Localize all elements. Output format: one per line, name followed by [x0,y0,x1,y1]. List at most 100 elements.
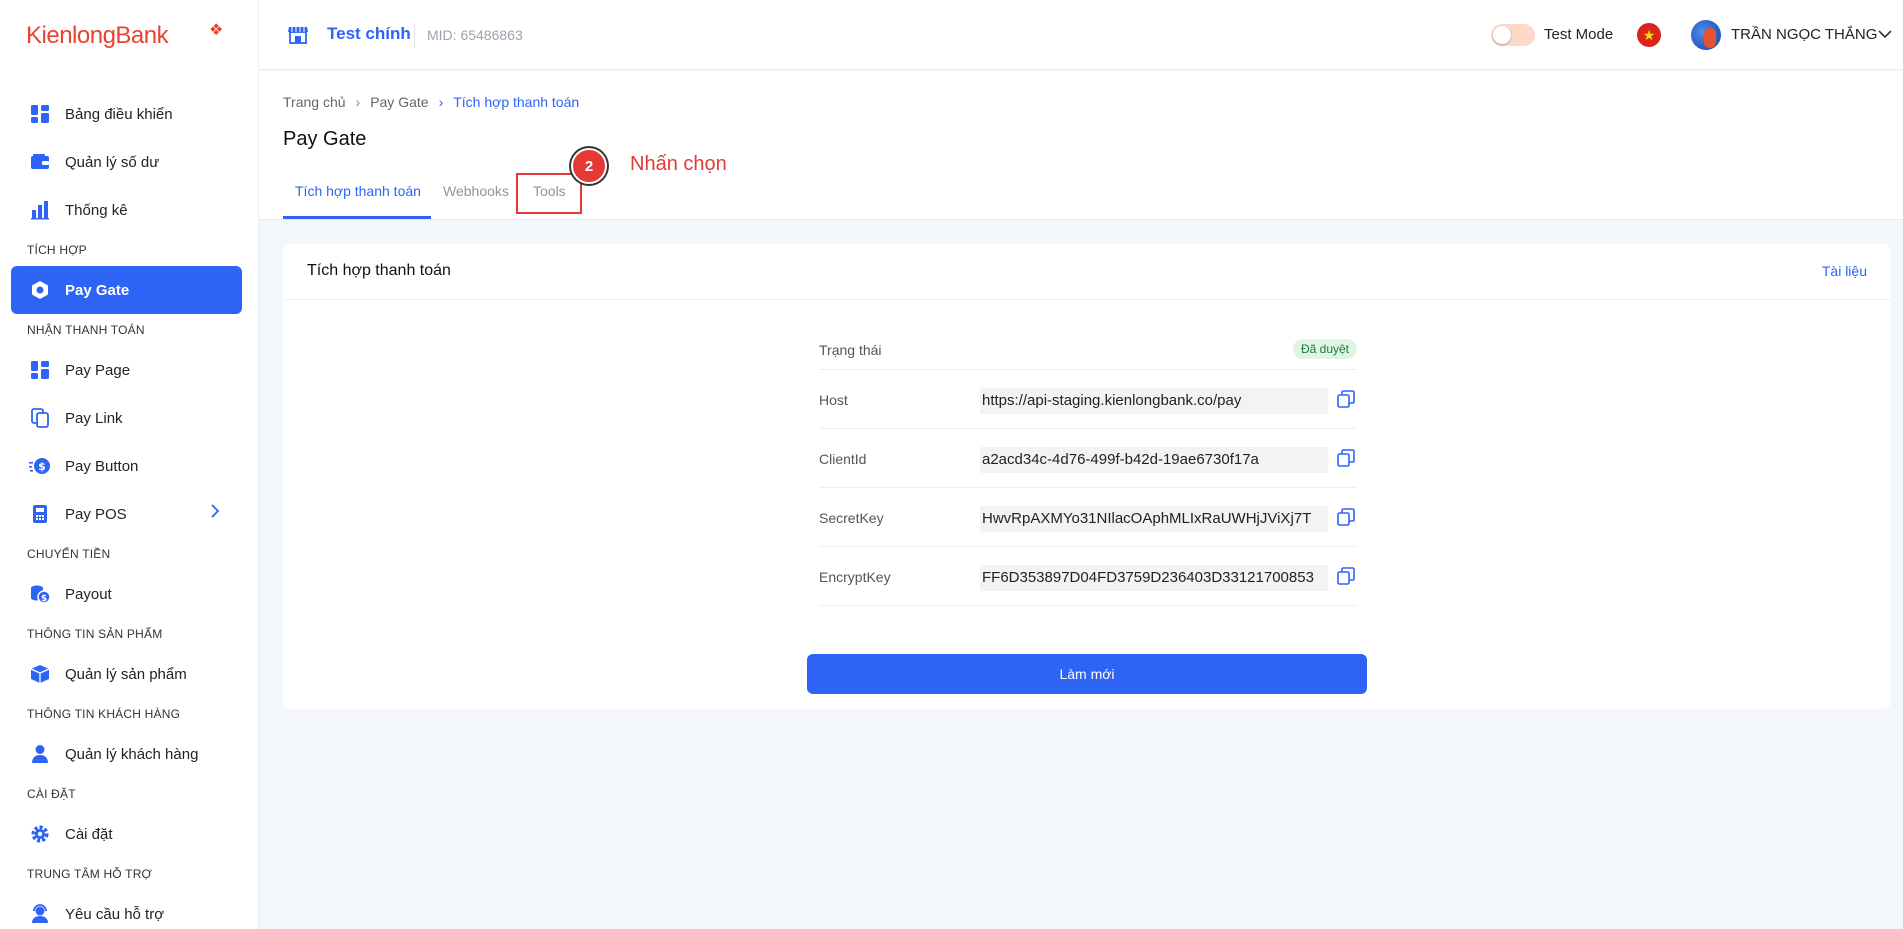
sidebar-item-label: Pay Link [65,409,123,427]
client-id-value[interactable]: a2acd34c-4d76-499f-b42d-19ae6730f17a [980,447,1328,473]
field-row-client-id: ClientId a2acd34c-4d76-499f-b42d-19ae673… [819,429,1357,488]
copy-icon[interactable] [1337,390,1355,413]
sidebar-item-payout[interactable]: $ Payout [11,570,242,618]
field-row-secret-key: SecretKey HwvRpAXMYo31NIlacOAphMLIxRaUWH… [819,488,1357,547]
copy-icon[interactable] [1337,508,1355,531]
breadcrumb-current: Tích hợp thanh toán [453,94,580,110]
sidebar-item-label: Bảng điều khiển [65,105,173,123]
wallet-icon [29,151,51,173]
test-mode-label: Test Mode [1544,26,1614,43]
integration-card: Tích hợp thanh toán Tài liệu Trạng thái … [283,244,1891,709]
toggle-knob [1493,26,1511,44]
host-value[interactable]: https://api-staging.kienlongbank.co/pay [980,388,1328,414]
sidebar-item-pay-button[interactable]: $ Pay Button [11,442,242,490]
user-name[interactable]: TRẦN NGỌC THẮNG [1731,26,1877,43]
coins-icon: $ [29,583,51,605]
copy-icon[interactable] [1337,567,1355,590]
sidebar-item-label: Pay POS [65,505,127,523]
sidebar-item-support[interactable]: Yêu cầu hỗ trợ [11,890,242,929]
annotation-highlight-box [516,173,582,214]
fast-coin-icon: $ [29,455,51,477]
tab-webhooks[interactable]: Webhooks [443,183,509,199]
sidebar-item-label: Quản lý số dư [65,153,160,171]
annotation-text: Nhấn chọn [630,153,727,175]
section-settings: CÀI ĐẶT [27,787,76,801]
documentation-link[interactable]: Tài liệu [1822,263,1867,279]
vietnam-flag-icon[interactable]: ★ [1637,23,1661,47]
sidebar-item-dashboard[interactable]: Bảng điều khiển [11,90,242,138]
kienlongbank-logo[interactable]: KienlongBank ❖ [26,22,223,50]
box-icon [29,663,51,685]
sidebar-item-pay-page[interactable]: Pay Page [11,346,242,394]
test-mode-toggle[interactable] [1491,24,1535,46]
sidebar-item-customers[interactable]: Quản lý khách hàng [11,730,242,778]
field-label: ClientId [819,451,867,467]
field-label: SecretKey [819,510,884,526]
annotation-step-badge: 2 [571,148,607,184]
card-title: Tích hợp thanh toán [307,262,451,279]
sidebar-item-pay-gate[interactable]: Pay Gate [11,266,242,314]
svg-text:$: $ [41,594,47,604]
sidebar-item-label: Pay Gate [65,281,130,299]
copy-icon[interactable] [1337,449,1355,472]
bar-chart-icon [29,199,51,221]
svg-text:$: $ [38,460,46,473]
chevron-right-icon: › [355,94,361,110]
chevron-down-icon[interactable] [1878,26,1892,44]
store-name[interactable]: Test chính [327,24,411,44]
sidebar-item-statistics[interactable]: Thống kê [11,186,242,234]
sidebar-item-label: Pay Button [65,457,139,475]
section-transfer: CHUYỂN TIỀN [27,547,111,561]
link-copy-icon [29,407,51,429]
card-header: Tích hợp thanh toán Tài liệu [283,244,1891,300]
sidebar-item-balance[interactable]: Quản lý số dư [11,138,242,186]
breadcrumb-pay-gate[interactable]: Pay Gate [370,94,428,110]
sidebar-item-label: Pay Page [65,361,131,379]
logo-text: KienlongBank [26,22,169,49]
field-label: Host [819,392,848,408]
sidebar: KienlongBank ❖ Bảng điều khiển Quản lý s… [0,0,259,929]
sidebar-item-settings[interactable]: Cài đặt [11,810,242,858]
avatar[interactable] [1691,20,1721,50]
chevron-right-icon [210,504,220,522]
sidebar-item-products[interactable]: Quản lý sản phẩm [11,650,242,698]
section-support-center: TRUNG TÂM HỖ TRỢ [27,867,153,881]
sidebar-item-label: Payout [65,585,112,603]
header-divider [414,23,415,47]
store-icon [287,24,309,51]
gear-icon [29,823,51,845]
field-label: EncryptKey [819,569,891,585]
grid-icon [29,359,51,381]
sidebar-item-pay-link[interactable]: Pay Link [11,394,242,442]
active-tab-indicator [283,216,431,219]
breadcrumb: Trang chủ › Pay Gate › Tích hợp thanh to… [283,94,579,110]
section-product-info: THÔNG TIN SẢN PHẨM [27,627,163,641]
section-integration: TÍCH HỢP [27,243,87,257]
support-agent-icon [29,903,51,925]
user-icon [29,743,51,765]
encrypt-key-value[interactable]: FF6D353897D04FD3759D236403D33121700853 [980,565,1328,591]
top-header: Test chính MID: 65486863 Test Mode ★ TRẦ… [259,0,1903,70]
secret-key-value[interactable]: HwvRpAXMYo31NIlacOAphMLIxRaUWHjJViXj7T [980,506,1328,532]
refresh-button[interactable]: Làm mới [807,654,1367,694]
sidebar-item-label: Thống kê [65,201,128,219]
breadcrumb-home[interactable]: Trang chủ [283,94,346,110]
section-customer-info: THÔNG TIN KHÁCH HÀNG [27,707,181,721]
page-header: Trang chủ › Pay Gate › Tích hợp thanh to… [259,71,1903,220]
sidebar-item-pay-pos[interactable]: Pay POS [11,490,242,538]
merchant-id: MID: 65486863 [427,27,523,43]
gate-icon [29,279,51,301]
status-badge: Đã duyệt [1292,339,1357,359]
dashboard-icon [29,103,51,125]
sidebar-item-label: Quản lý khách hàng [65,745,199,763]
status-row: Trạng thái Đã duyệt [819,336,1357,370]
sidebar-item-label: Cài đặt [65,825,113,843]
chevron-right-icon: › [438,94,444,110]
logo-mark-icon: ❖ [209,22,223,39]
section-receive-payment: NHẬN THANH TOÁN [27,323,145,337]
pos-terminal-icon [29,503,51,525]
sidebar-item-label: Yêu cầu hỗ trợ [65,905,165,923]
tab-payment-integration[interactable]: Tích hợp thanh toán [295,183,421,199]
page-title: Pay Gate [283,128,367,150]
status-label: Trạng thái [819,342,882,358]
